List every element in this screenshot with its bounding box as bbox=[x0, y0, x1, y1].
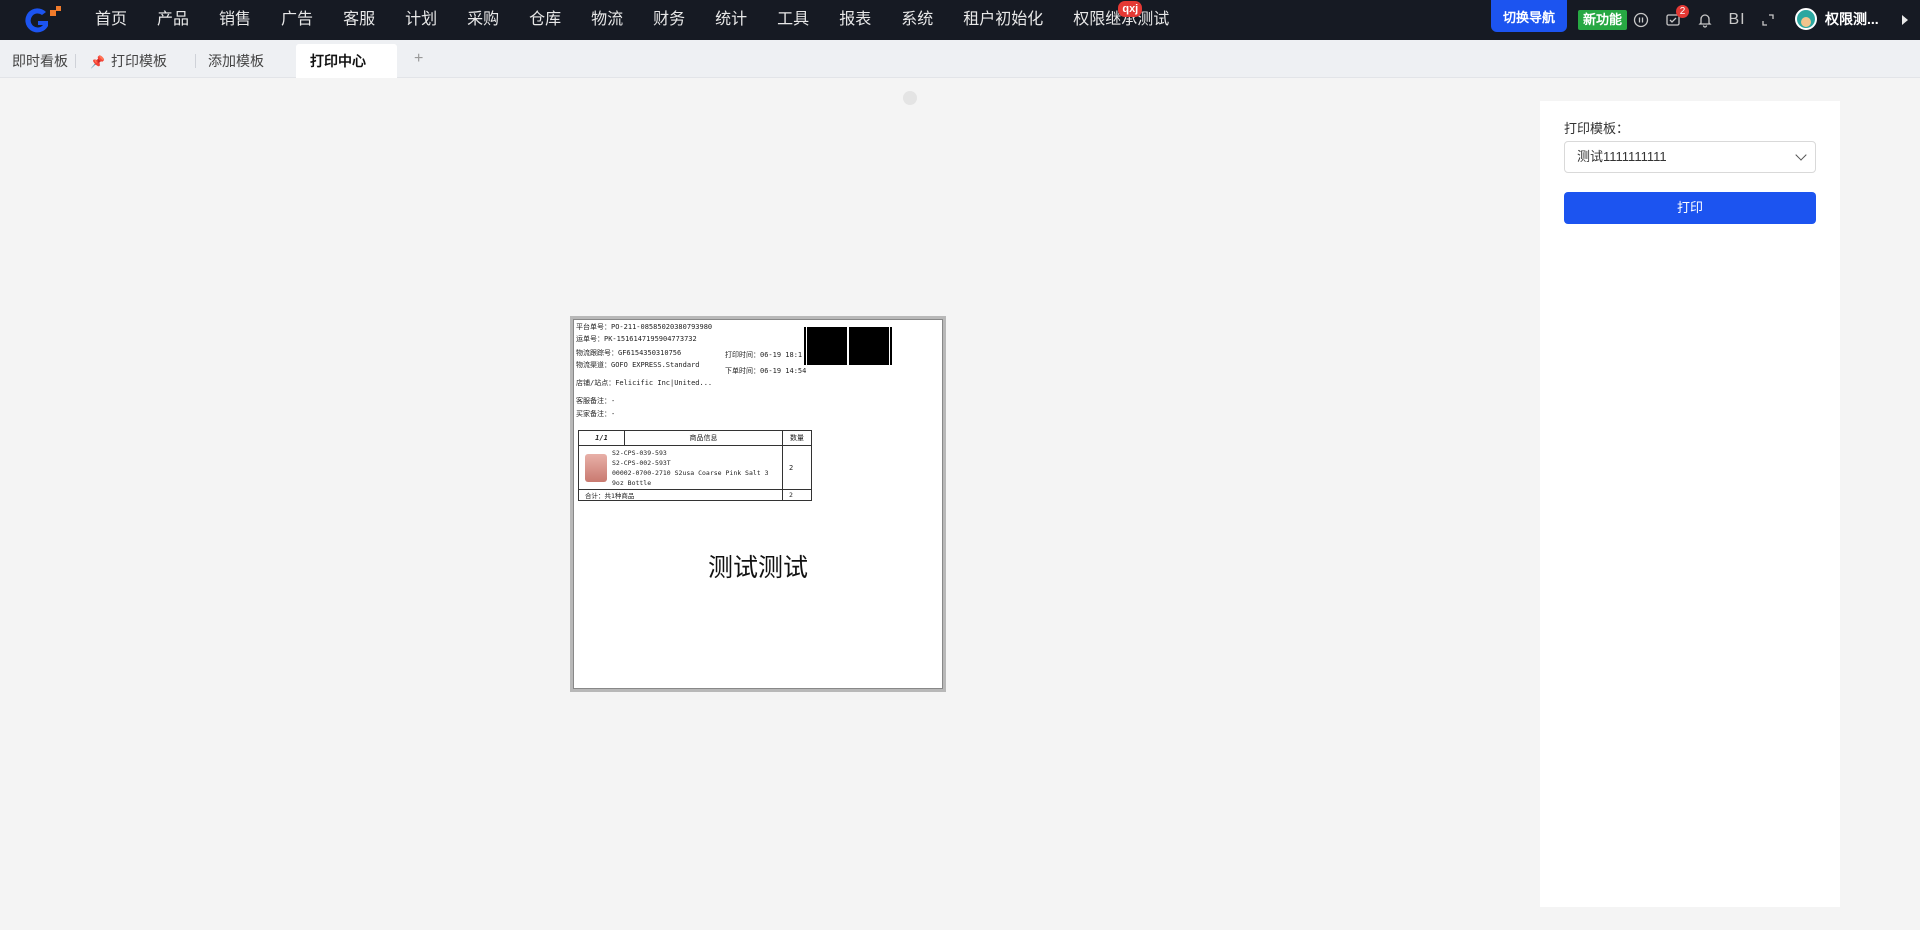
user-name: 权限测... bbox=[1825, 11, 1879, 27]
new-feature-button[interactable]: 新功能 bbox=[1578, 10, 1628, 30]
table-header: 商品信息 bbox=[625, 431, 783, 445]
table-row: S2-CPS-039-593 S2-CPS-002-593T 00002-070… bbox=[579, 446, 811, 490]
nav-item-system[interactable]: 系统 bbox=[886, 0, 948, 40]
product-sku: S2-CPS-002-593T bbox=[612, 458, 671, 467]
barcode bbox=[890, 327, 892, 365]
nav-item-customer-service[interactable]: 客服 bbox=[328, 0, 390, 40]
user-menu[interactable]: 权限测... bbox=[1795, 8, 1879, 30]
template-select-value: 测试1111111111 bbox=[1577, 149, 1667, 164]
nav-item-ads[interactable]: 广告 bbox=[266, 0, 328, 40]
product-lines: S2-CPS-039-593 S2-CPS-002-593T 00002-070… bbox=[612, 448, 769, 488]
tab-bar: 即时看板 📌 打印模板 添加模板 打印中心 bbox=[0, 40, 1920, 78]
print-settings-panel: 打印模板： 测试1111111111 打印 bbox=[1540, 101, 1840, 907]
tab-add-template[interactable]: 添加模板 bbox=[208, 44, 264, 78]
nav-item-permission-test[interactable]: 权限继承测试 qxj bbox=[1058, 0, 1184, 40]
custom-text: 测试测试 bbox=[707, 553, 808, 582]
add-tab-button[interactable]: + bbox=[414, 40, 423, 78]
main-nav: 首页 产品 销售 广告 客服 计划 采购 仓库 物流 财务 统计 工具 报表 系… bbox=[80, 0, 1184, 40]
quantity-cell: 2 bbox=[789, 463, 794, 472]
barcode bbox=[849, 327, 889, 365]
waybill-no: 运单号：PK-1516147195904773732 bbox=[576, 335, 697, 343]
store-site: 店铺/站点：Felicific Inc|United... bbox=[576, 379, 713, 387]
tab-label: 打印模板 bbox=[110, 53, 167, 69]
nav-item-statistics[interactable]: 统计 bbox=[700, 0, 762, 40]
pause-icon[interactable] bbox=[1631, 10, 1651, 30]
order-time: 下单时间：06-19 14:54 bbox=[725, 367, 807, 375]
nav-badge: qxj bbox=[1118, 1, 1143, 17]
cs-note: 客服备注：- bbox=[576, 397, 616, 405]
product-sku: S2-CPS-039-593 bbox=[612, 448, 667, 457]
nav-item-product[interactable]: 产品 bbox=[142, 0, 204, 40]
label-paper: 平台单号：PO-211-08585020380793980 运单号：PK-151… bbox=[573, 319, 943, 689]
toast-icon bbox=[903, 91, 917, 105]
top-navbar: 首页 产品 销售 广告 客服 计划 采购 仓库 物流 财务 统计 工具 报表 系… bbox=[0, 0, 1920, 40]
message-icon[interactable]: 2 bbox=[1663, 5, 1689, 30]
nav-item-logistics[interactable]: 物流 bbox=[576, 0, 638, 40]
tab-divider bbox=[75, 54, 76, 68]
template-label: 打印模板： bbox=[1564, 121, 1630, 136]
nav-item-reports[interactable]: 报表 bbox=[824, 0, 886, 40]
bi-icon[interactable]: BI bbox=[1727, 10, 1747, 30]
template-select[interactable]: 测试1111111111 bbox=[1564, 141, 1816, 173]
barcode bbox=[807, 327, 847, 365]
nav-item-finance[interactable]: 财务 bbox=[638, 0, 700, 40]
switch-nav-button[interactable]: 切换导航 bbox=[1491, 0, 1567, 32]
nav-item-purchase[interactable]: 采购 bbox=[452, 0, 514, 40]
product-desc: 9oz Bottle bbox=[612, 478, 652, 487]
table-header: 数量 bbox=[790, 434, 804, 442]
nav-item-warehouse[interactable]: 仓库 bbox=[514, 0, 576, 40]
nav-item-home[interactable]: 首页 bbox=[80, 0, 142, 40]
print-button[interactable]: 打印 bbox=[1564, 192, 1816, 224]
tracking-no: 物流跟踪号：GF6154350310756 bbox=[576, 349, 682, 357]
table-total-row: 合计：共1种商品 2 bbox=[579, 490, 811, 500]
logo[interactable] bbox=[16, 4, 66, 36]
nav-item-plan[interactable]: 计划 bbox=[390, 0, 452, 40]
logistics-channel: 物流渠道：GOFO EXPRESS.Standard bbox=[576, 361, 700, 369]
total-qty: 2 bbox=[789, 491, 793, 499]
tab-divider bbox=[195, 54, 196, 68]
platform-order: 平台单号：PO-211-08585020380793980 bbox=[576, 323, 713, 331]
fullscreen-icon[interactable] bbox=[1758, 10, 1778, 30]
bi-label: BI bbox=[1728, 11, 1746, 28]
tab-dashboard[interactable]: 即时看板 bbox=[12, 44, 68, 78]
table-header-row: 1/1 商品信息 数量 bbox=[579, 431, 811, 446]
pin-icon[interactable]: 📌 bbox=[90, 55, 105, 69]
nav-item-tools[interactable]: 工具 bbox=[762, 0, 824, 40]
avatar bbox=[1795, 8, 1817, 30]
caret-right-icon[interactable] bbox=[1902, 15, 1908, 25]
bell-icon[interactable] bbox=[1695, 10, 1715, 30]
nav-item-sales[interactable]: 销售 bbox=[204, 0, 266, 40]
tab-print-center[interactable]: 打印中心 bbox=[296, 44, 397, 78]
buyer-note: 买家备注：- bbox=[576, 410, 616, 418]
nav-item-tenant-init[interactable]: 租户初始化 bbox=[948, 0, 1058, 40]
print-preview: 平台单号：PO-211-08585020380793980 运单号：PK-151… bbox=[570, 316, 946, 692]
print-time: 打印时间：06-19 18:1 bbox=[725, 351, 803, 359]
barcode bbox=[804, 327, 806, 365]
total-label: 合计：共1种商品 bbox=[579, 490, 783, 500]
chevron-down-icon bbox=[1795, 149, 1807, 161]
faded-toast bbox=[903, 86, 1013, 110]
table-header: 1/1 bbox=[579, 431, 625, 445]
product-info-cell: S2-CPS-039-593 S2-CPS-002-593T 00002-070… bbox=[579, 446, 783, 489]
product-desc: 00002-0700-2710 S2usa Coarse Pink Salt 3 bbox=[612, 468, 769, 477]
items-table: 1/1 商品信息 数量 S2-CPS-039-593 S2-CPS-002-59… bbox=[578, 430, 812, 501]
tab-print-template[interactable]: 📌 打印模板 bbox=[90, 44, 167, 78]
product-image bbox=[585, 453, 607, 482]
message-count-badge: 2 bbox=[1676, 5, 1689, 18]
